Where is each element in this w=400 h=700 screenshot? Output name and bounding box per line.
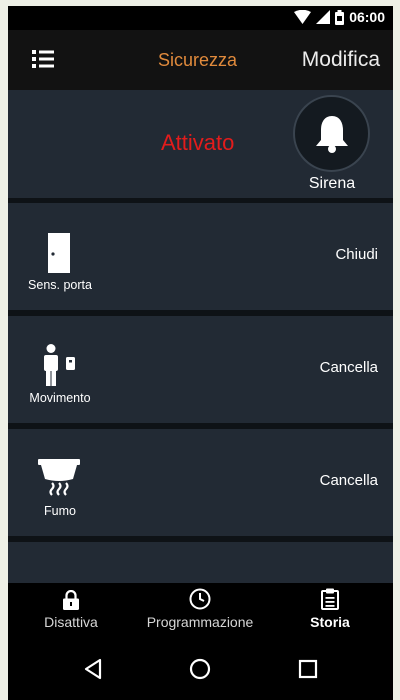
back-icon (84, 658, 102, 680)
door-icon (48, 233, 70, 273)
nav-label: Disattiva (44, 614, 98, 630)
phone-screen: 06:00 Sicurezza Modifica Attivato Sirena (8, 6, 393, 700)
recents-button[interactable] (291, 654, 325, 684)
nav-label: Programmazione (146, 614, 254, 630)
clipboard-icon (321, 588, 339, 610)
page-title: Sicurezza (158, 50, 238, 70)
device-action-button[interactable]: Cancella (320, 359, 378, 376)
siren-button[interactable] (293, 95, 370, 172)
alarm-status-text: Attivato (161, 130, 235, 155)
device-row-door-sensor[interactable]: Sens. porta Chiudi (8, 203, 393, 310)
system-nav-bar (8, 637, 393, 700)
device-action-button[interactable]: Chiudi (335, 246, 378, 263)
signal-icon (316, 10, 331, 24)
back-button[interactable] (76, 654, 110, 684)
device-label: Movimento (29, 391, 91, 405)
device-row-motion[interactable]: Movimento Cancella (8, 316, 393, 423)
nav-item-disattiva[interactable]: Disattiva (30, 583, 112, 637)
nav-label: Storia (310, 614, 350, 630)
menu-button[interactable] (32, 50, 56, 70)
device-row-partial[interactable] (8, 542, 393, 583)
smoke-detector-icon (38, 459, 80, 496)
recents-icon (298, 659, 318, 679)
alarm-status-row: Attivato Sirena (8, 90, 393, 198)
status-bar: 06:00 (8, 6, 393, 30)
home-icon (189, 658, 211, 680)
home-button[interactable] (183, 654, 217, 684)
nav-item-storia[interactable]: Storia (296, 583, 364, 637)
device-action-button[interactable]: Cancella (320, 472, 378, 489)
siren-label: Sirena (308, 175, 356, 192)
app-bar: Sicurezza Modifica (8, 30, 393, 90)
battery-icon (335, 9, 345, 25)
device-list: Attivato Sirena Sens. porta Chiudi Movim… (8, 90, 393, 583)
bottom-nav: Disattiva Programmazione Storia (8, 583, 393, 637)
menu-list-icon (32, 50, 54, 68)
edit-button[interactable]: Modifica (302, 48, 380, 72)
device-label: Fumo (44, 504, 76, 518)
motion-sensor-icon (44, 344, 75, 386)
status-time: 06:00 (349, 9, 385, 25)
device-label: Sens. porta (28, 278, 92, 292)
clock-icon (189, 588, 211, 610)
device-row-smoke[interactable]: Fumo Cancella (8, 429, 393, 536)
wifi-icon (294, 10, 312, 24)
nav-item-programmazione[interactable]: Programmazione (138, 583, 262, 637)
bell-icon (315, 115, 348, 153)
lock-icon (63, 590, 79, 610)
